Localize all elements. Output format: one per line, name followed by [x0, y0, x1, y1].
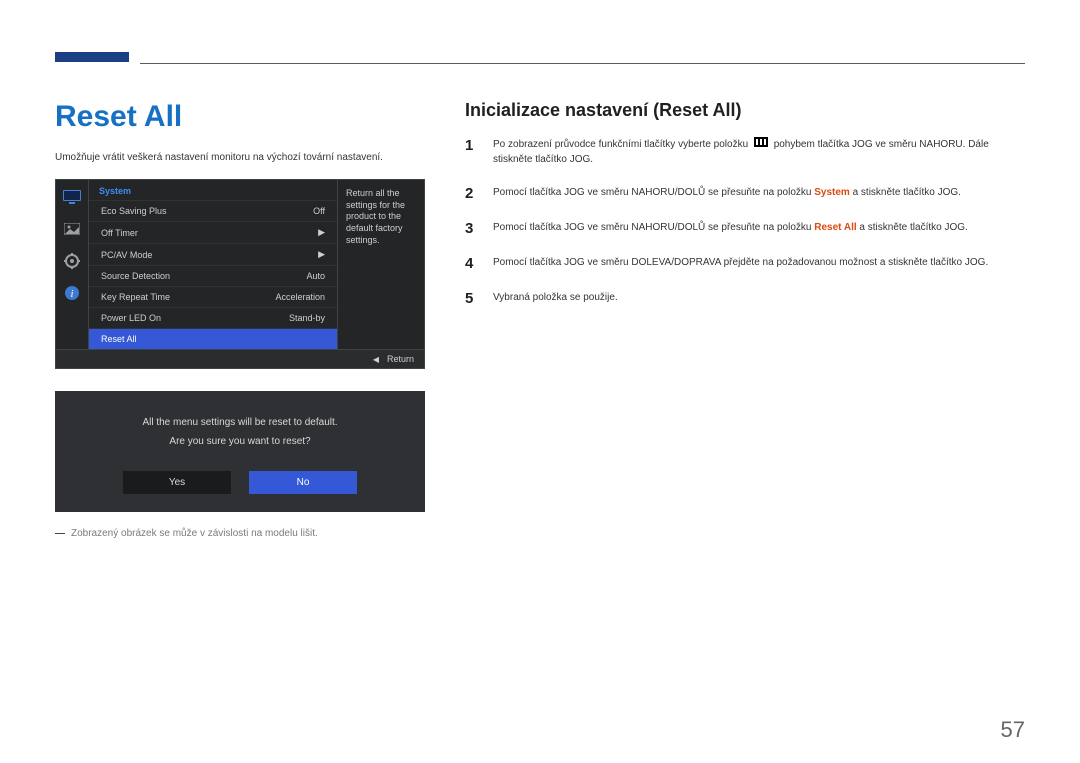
osd-footer: ◀ Return — [56, 349, 424, 368]
osd-row-power-led[interactable]: Power LED On Stand-by — [89, 307, 337, 328]
info-icon: i — [62, 284, 82, 302]
osd-row-label: Eco Saving Plus — [101, 206, 167, 216]
osd-list: System Eco Saving Plus Off Off Timer ▶ PC/… — [88, 180, 338, 349]
confirm-dialog: All the menu settings will be reset to d… — [55, 391, 425, 512]
step-3: 3 Pomocí tlačítka JOG ve směru NAHORU/DO… — [465, 220, 1025, 237]
step-4: 4 Pomocí tlačítka JOG ve směru DOLEVA/DO… — [465, 255, 1025, 272]
step-text: Pomocí tlačítka JOG ve směru DOLEVA/DOPR… — [493, 255, 1025, 270]
osd-row-eco-saving[interactable]: Eco Saving Plus Off — [89, 200, 337, 221]
step-number: 3 — [465, 220, 479, 237]
osd-row-value: ▶ — [318, 249, 325, 260]
page-subtitle: Umožňuje vrátit veškerá nastavení monito… — [55, 152, 425, 163]
dialog-text-1: All the menu settings will be reset to d… — [73, 417, 407, 428]
osd-row-source-detection[interactable]: Source Detection Auto — [89, 265, 337, 286]
osd-row-value: Off — [313, 206, 325, 216]
step-number: 5 — [465, 290, 479, 307]
osd-menu: i System Eco Saving Plus Off Off Timer ▶ P… — [55, 179, 425, 369]
osd-sidebar: i — [56, 180, 88, 349]
step-number: 2 — [465, 185, 479, 202]
osd-return-label: Return — [387, 354, 414, 364]
step-text: Po zobrazení průvodce funkčními tlačítky… — [493, 137, 1025, 167]
step-text-part: Pomocí tlačítka JOG ve směru NAHORU/DOLŮ… — [493, 187, 814, 198]
step-text-part: Pomocí tlačítka JOG ve směru NAHORU/DOLŮ… — [493, 222, 814, 233]
footnote-dash: ― — [55, 528, 65, 539]
back-arrow-icon: ◀ — [373, 355, 379, 364]
step-number: 1 — [465, 137, 479, 154]
osd-row-label: Source Detection — [101, 271, 170, 281]
osd-description: Return all the settings for the product … — [338, 180, 424, 349]
step-text: Vybraná položka se použije. — [493, 290, 1025, 305]
osd-row-value: ▶ — [318, 227, 325, 238]
step-text-part: a stiskněte tlačítko JOG. — [850, 187, 961, 198]
osd-row-value: Acceleration — [275, 292, 325, 302]
osd-row-label: Off Timer — [101, 228, 138, 238]
osd-row-reset-all[interactable]: Reset All — [89, 328, 337, 349]
osd-row-pc-av-mode[interactable]: PC/AV Mode ▶ — [89, 243, 337, 265]
step-number: 4 — [465, 255, 479, 272]
dialog-text-2: Are you sure you want to reset? — [73, 436, 407, 447]
gear-icon — [62, 252, 82, 270]
osd-row-label: Key Repeat Time — [101, 292, 170, 302]
step-text-part: Po zobrazení průvodce funkčními tlačítky… — [493, 139, 751, 150]
step-text: Pomocí tlačítka JOG ve směru NAHORU/DOLŮ… — [493, 185, 1025, 200]
step-2: 2 Pomocí tlačítka JOG ve směru NAHORU/DO… — [465, 185, 1025, 202]
step-text: Pomocí tlačítka JOG ve směru NAHORU/DOLŮ… — [493, 220, 1025, 235]
footnote: ― Zobrazený obrázek se může v závislosti… — [55, 528, 425, 539]
page-title: Reset All — [55, 100, 425, 134]
no-button[interactable]: No — [249, 471, 357, 494]
header-divider — [140, 63, 1025, 64]
header-accent-bar — [55, 52, 129, 62]
osd-section-title: System — [89, 180, 337, 200]
yes-button[interactable]: Yes — [123, 471, 231, 494]
section-title: Inicializace nastavení (Reset All) — [465, 100, 1025, 121]
step-5: 5 Vybraná položka se použije. — [465, 290, 1025, 307]
monitor-icon — [62, 188, 82, 206]
picture-icon — [62, 220, 82, 238]
osd-row-off-timer[interactable]: Off Timer ▶ — [89, 221, 337, 243]
step-1: 1 Po zobrazení průvodce funkčními tlačít… — [465, 137, 1025, 167]
page-number: 57 — [1001, 717, 1025, 743]
highlight-reset-all: Reset All — [814, 222, 856, 233]
osd-row-value: Auto — [306, 271, 325, 281]
svg-text:i: i — [70, 288, 73, 300]
highlight-system: System — [814, 187, 850, 198]
osd-row-value: Stand-by — [289, 313, 325, 323]
osd-row-key-repeat[interactable]: Key Repeat Time Acceleration — [89, 286, 337, 307]
osd-row-label: PC/AV Mode — [101, 250, 152, 260]
footnote-text: Zobrazený obrázek se může v závislosti n… — [71, 528, 318, 539]
step-text-part: a stiskněte tlačítko JOG. — [857, 222, 968, 233]
osd-row-label: Reset All — [101, 334, 137, 344]
osd-row-label: Power LED On — [101, 313, 161, 323]
menu-icon — [754, 137, 768, 152]
